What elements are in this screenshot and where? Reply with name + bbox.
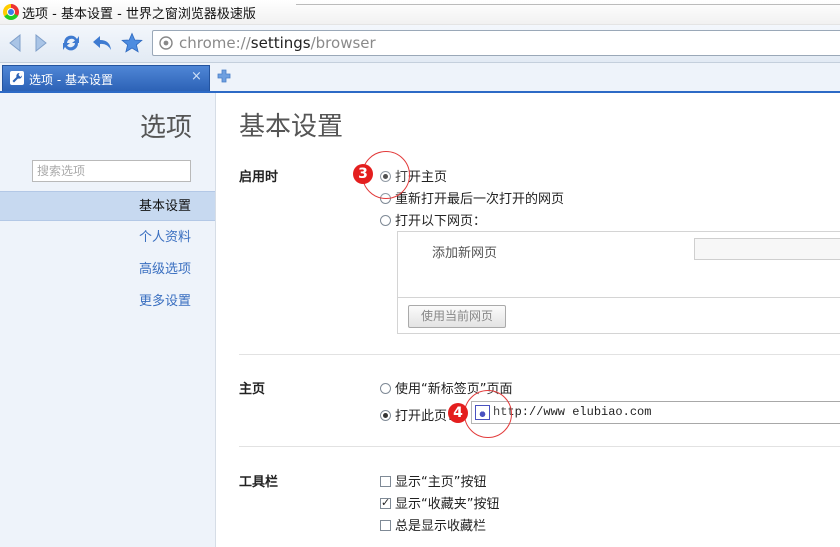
step-badge-4: 4	[448, 403, 468, 423]
navigation-toolbar: chrome://settings/browser	[0, 25, 840, 63]
url-host: settings	[250, 34, 311, 52]
checkbox-show-favorites[interactable]: 显示“收藏夹”按钮	[380, 493, 499, 512]
checkbox[interactable]	[380, 476, 391, 487]
url-path: /browser	[310, 34, 376, 52]
homepage-url-input[interactable]: http://www elubiao.com	[471, 401, 840, 424]
undo-arrow-icon[interactable]	[91, 32, 113, 54]
use-current-pages-button[interactable]: 使用当前网页	[408, 305, 507, 328]
address-url: chrome://settings/browser	[179, 34, 376, 52]
browser-logo-icon	[3, 4, 19, 20]
url-scheme: chrome://	[179, 34, 251, 52]
section-label-startup: 启用时	[239, 170, 279, 185]
refresh-icon[interactable]	[60, 32, 82, 54]
radio[interactable]	[380, 215, 391, 226]
back-arrow-icon[interactable]	[5, 32, 27, 54]
star-icon[interactable]	[121, 32, 143, 54]
page-globe-icon	[159, 36, 173, 50]
tab-label: 选项 - 基本设置	[29, 73, 113, 87]
sidebar-title: 选项	[139, 113, 192, 143]
option-label: 总是显示收藏栏	[395, 519, 487, 534]
add-page-label: 添加新网页	[432, 246, 498, 261]
page-title: 基本设置	[239, 112, 344, 142]
sidebar-item-more[interactable]: 更多设置	[0, 287, 215, 317]
option-label: 显示“收藏夹”按钮	[395, 497, 500, 512]
section-divider	[239, 446, 840, 447]
title-bar: 选项 - 基本设置 - 世界之窗浏览器极速版	[0, 0, 840, 25]
startup-pages-list: 添加新网页 使用当前网页	[397, 231, 840, 334]
settings-sidebar: 选项 基本设置 个人资料 高级选项 更多设置	[0, 93, 216, 547]
radio-selected[interactable]	[380, 410, 391, 421]
address-bar[interactable]: chrome://settings/browser	[152, 30, 840, 56]
search-input[interactable]	[32, 160, 191, 182]
wrench-icon	[10, 71, 24, 85]
sidebar-item-profile[interactable]: 个人资料	[0, 223, 215, 253]
tab-strip: 选项 - 基本设置 ×	[0, 63, 840, 93]
option-label: 重新打开最后一次打开的网页	[395, 192, 565, 207]
checkbox-show-home[interactable]: 显示“主页”按钮	[380, 471, 486, 490]
new-tab-plus-icon[interactable]	[216, 68, 232, 84]
option-label: 打开以下网页：	[395, 214, 487, 229]
homepage-url: http://www elubiao.com	[493, 405, 652, 419]
sidebar-item-basic[interactable]: 基本设置	[0, 191, 215, 221]
startup-option-pages[interactable]: 打开以下网页：	[380, 210, 486, 229]
close-icon[interactable]: ×	[191, 69, 202, 84]
sidebar-item-advanced[interactable]: 高级选项	[0, 255, 215, 285]
tab-settings[interactable]: 选项 - 基本设置 ×	[2, 65, 210, 91]
checkbox-always-bookmarks[interactable]: 总是显示收藏栏	[380, 515, 486, 534]
checkbox-checked[interactable]	[380, 496, 391, 509]
forward-arrow-icon[interactable]	[29, 32, 51, 54]
step-badge-3: 3	[353, 164, 373, 184]
add-page-input[interactable]	[694, 238, 840, 260]
annotation-ring	[464, 390, 512, 438]
section-label-homepage: 主页	[239, 382, 266, 397]
title-bar-edge	[296, 0, 840, 5]
startup-option-restore[interactable]: 重新打开最后一次打开的网页	[380, 188, 564, 207]
checkbox[interactable]	[380, 520, 391, 531]
section-label-toolbar: 工具栏	[239, 475, 279, 490]
option-label: 显示“主页”按钮	[395, 475, 487, 490]
section-divider	[239, 354, 840, 355]
window-title: 选项 - 基本设置 - 世界之窗浏览器极速版	[22, 7, 256, 22]
list-divider	[398, 297, 840, 298]
radio[interactable]	[380, 383, 391, 394]
